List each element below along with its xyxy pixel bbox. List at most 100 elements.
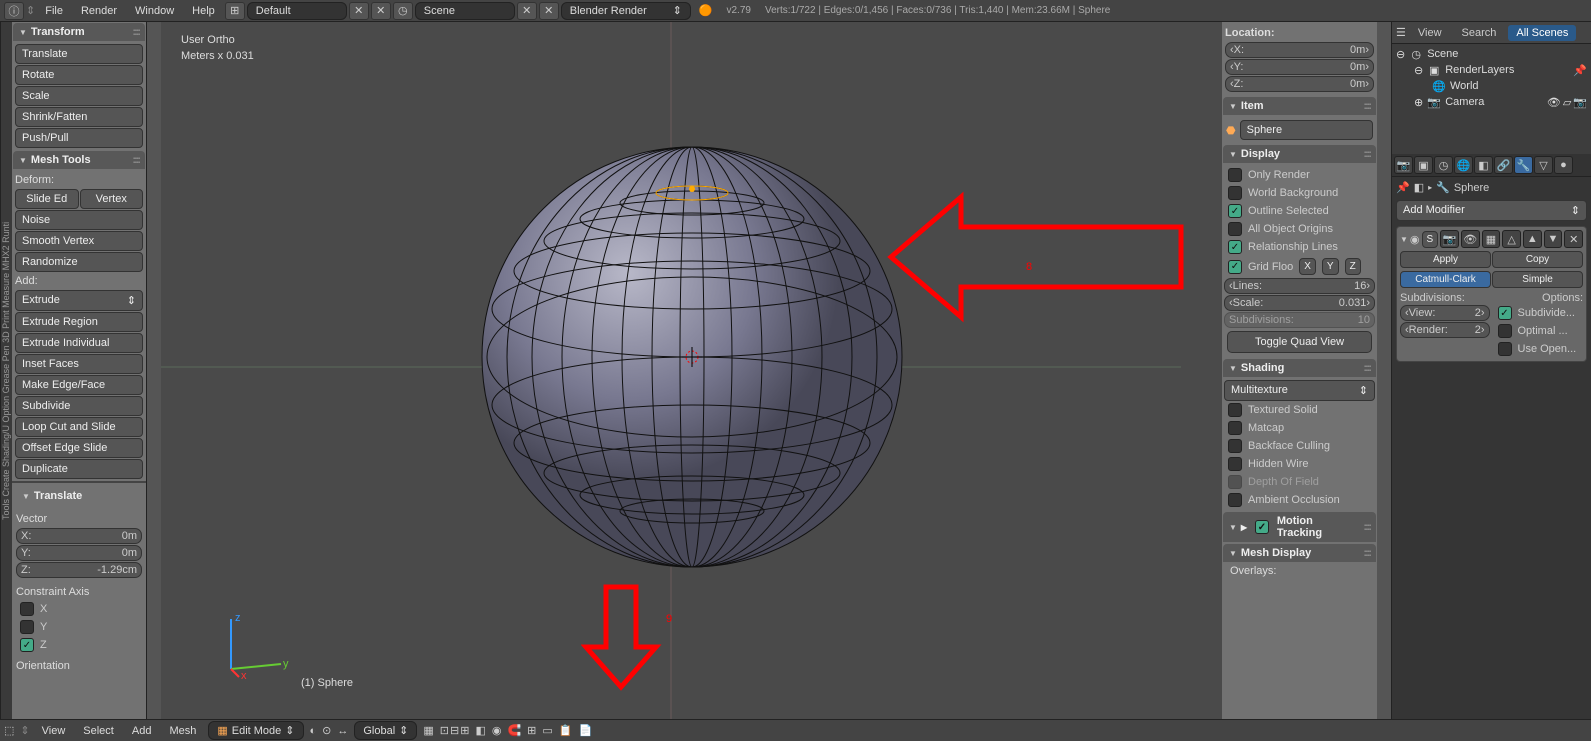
subdivide-button[interactable]: Subdivide (15, 396, 143, 416)
outliner-search-tab[interactable]: Search (1454, 25, 1505, 41)
display-header[interactable]: Display:::: (1223, 145, 1376, 163)
pin-icon[interactable]: 📌 (1396, 181, 1410, 194)
shading-mode-icon[interactable]: ◐ (310, 725, 317, 737)
constraint-z-check[interactable] (20, 638, 34, 652)
layout-select[interactable]: Default (247, 2, 347, 20)
mod-movedown[interactable]: ▼ (1544, 230, 1563, 248)
tree-scene[interactable]: ⊖◷Scene (1394, 46, 1589, 62)
sel-edge-icon[interactable]: ⊟ (450, 724, 459, 737)
scene-select[interactable]: Scene (415, 2, 515, 20)
randomize-button[interactable]: Randomize (15, 252, 143, 272)
translate-button[interactable]: Translate (15, 44, 143, 64)
limit-selection-icon[interactable]: ◧ (475, 724, 485, 737)
tree-world[interactable]: 🌐World (1394, 78, 1589, 94)
restrict-select-icon[interactable]: ▱ (1563, 96, 1571, 109)
shrink-fatten-button[interactable]: Shrink/Fatten (15, 107, 143, 127)
shading-mode-select[interactable]: Multitexture⇕ (1224, 380, 1375, 401)
only-render-check[interactable] (1228, 168, 1242, 182)
opensubdiv-check[interactable] (1498, 342, 1512, 356)
smooth-vertex-button[interactable]: Smooth Vertex (15, 231, 143, 251)
view-menu[interactable]: View (36, 722, 72, 740)
select-menu[interactable]: Select (77, 722, 120, 740)
editor-type-icon[interactable]: ⬚ (4, 724, 14, 737)
snap-icon[interactable]: 🧲 (507, 724, 521, 737)
menu-render[interactable]: Render (73, 2, 125, 20)
mod-editmode-toggle[interactable]: ▦ (1482, 230, 1501, 248)
restrict-render-icon[interactable]: 📷 (1573, 96, 1587, 109)
ptab-material[interactable]: ● (1554, 156, 1573, 174)
menu-window[interactable]: Window (127, 2, 182, 20)
info-icon[interactable]: ⓘ (4, 2, 24, 20)
grid-x-button[interactable]: X (1299, 258, 1316, 275)
scene-add[interactable]: ✕ (517, 2, 537, 20)
vec-z-field[interactable]: Z:-1.29cm (16, 562, 142, 578)
manipulator-icon[interactable]: ↔ (337, 725, 348, 737)
loop-cut-button[interactable]: Loop Cut and Slide (15, 417, 143, 437)
view-subdiv-field[interactable]: ‹ View:2 › (1400, 305, 1490, 321)
offset-edge-slide-button[interactable]: Offset Edge Slide (15, 438, 143, 458)
scene-del[interactable]: ✕ (539, 2, 559, 20)
modifier-name-field[interactable]: S (1422, 231, 1439, 248)
motion-tracking-check[interactable] (1255, 520, 1269, 534)
ptab-renderlayers[interactable]: ▣ (1414, 156, 1433, 174)
pin-icon[interactable]: 📌 (1573, 64, 1587, 77)
toggle-quad-button[interactable]: Toggle Quad View (1227, 331, 1372, 353)
menu-help[interactable]: Help (184, 2, 223, 20)
item-header[interactable]: Item:::: (1223, 97, 1376, 115)
tree-camera[interactable]: ⊕📷Camera👁▱📷 (1394, 94, 1589, 110)
optimal-display-check[interactable] (1498, 324, 1512, 338)
extrude-region-button[interactable]: Extrude Region (15, 312, 143, 332)
outliner-allscenes-tab[interactable]: All Scenes (1508, 25, 1576, 41)
scale-field[interactable]: ‹ Scale:0.031 › (1224, 295, 1375, 311)
tree-renderlayers[interactable]: ⊖▣RenderLayers📌 (1394, 62, 1589, 78)
loc-y-field[interactable]: ‹ Y:0m › (1225, 59, 1374, 75)
menu-file[interactable]: File (37, 2, 71, 20)
copy-icon[interactable]: 📋 (559, 724, 573, 737)
matcap-check[interactable] (1228, 421, 1242, 435)
layout-del[interactable]: ✕ (371, 2, 391, 20)
hidden-wire-check[interactable] (1228, 457, 1242, 471)
npanel-scrollbar[interactable] (1377, 22, 1391, 719)
subdivide-uvs-check[interactable] (1498, 306, 1512, 320)
vec-y-field[interactable]: Y:0m (16, 545, 142, 561)
duplicate-button[interactable]: Duplicate (15, 459, 143, 479)
make-edge-face-button[interactable]: Make Edge/Face (15, 375, 143, 395)
transform-header[interactable]: Transform:::: (13, 23, 145, 41)
tool-scrollbar[interactable] (147, 22, 161, 719)
paste-icon[interactable]: 📄 (579, 724, 593, 737)
mod-render-toggle[interactable]: 📷 (1440, 230, 1459, 248)
extrude-dropdown[interactable]: Extrude⇕ (15, 290, 143, 311)
push-pull-button[interactable]: Push/Pull (15, 128, 143, 148)
outliner-view-tab[interactable]: View (1410, 25, 1450, 41)
outliner-type-icon[interactable]: ☰ (1396, 26, 1406, 39)
mod-delete[interactable]: ✕ (1564, 230, 1583, 248)
scale-button[interactable]: Scale (15, 86, 143, 106)
noise-button[interactable]: Noise (15, 210, 143, 230)
snap-target-icon[interactable]: ⊞ (527, 724, 536, 737)
all-origins-check[interactable] (1228, 222, 1242, 236)
rel-lines-check[interactable] (1228, 240, 1242, 254)
inset-faces-button[interactable]: Inset Faces (15, 354, 143, 374)
mesh-menu[interactable]: Mesh (163, 722, 202, 740)
sel-vertex-icon[interactable]: ⊡ (440, 724, 449, 737)
constraint-y-check[interactable] (20, 620, 34, 634)
rotate-button[interactable]: Rotate (15, 65, 143, 85)
mesh-tools-header[interactable]: Mesh Tools:::: (13, 151, 145, 169)
ptab-render[interactable]: 📷 (1394, 156, 1413, 174)
mod-cage-toggle[interactable]: △ (1502, 230, 1521, 248)
render-subdiv-field[interactable]: ‹ Render:2 › (1400, 322, 1490, 338)
loc-x-field[interactable]: ‹ X:0m › (1225, 42, 1374, 58)
mod-moveup[interactable]: ▲ (1523, 230, 1542, 248)
ptab-object[interactable]: ◧ (1474, 156, 1493, 174)
constraint-x-check[interactable] (20, 602, 34, 616)
textured-solid-check[interactable] (1228, 403, 1242, 417)
loc-z-field[interactable]: ‹ Z:0m › (1225, 76, 1374, 92)
lines-field[interactable]: ‹ Lines:16 › (1224, 278, 1375, 294)
add-menu[interactable]: Add (126, 722, 158, 740)
grid-z-button[interactable]: Z (1345, 258, 1361, 275)
grid-floor-check[interactable] (1228, 260, 1242, 274)
ao-check[interactable] (1228, 493, 1242, 507)
ptab-world[interactable]: 🌐 (1454, 156, 1473, 174)
item-name-field[interactable]: Sphere (1240, 120, 1373, 140)
scene-icon[interactable]: ◷ (393, 2, 413, 20)
